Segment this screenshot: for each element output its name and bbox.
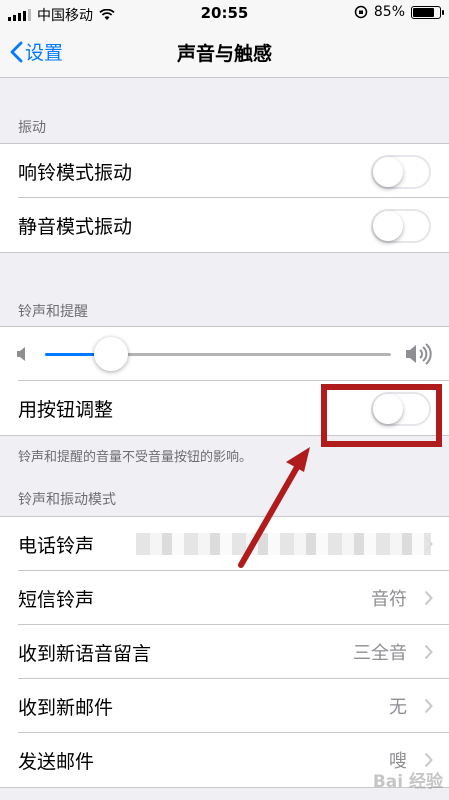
chevron-right-icon [424, 698, 433, 714]
battery-icon [411, 5, 444, 19]
status-bar: 中国移动 20:55 85% [0, 0, 449, 26]
section-header-vibration: 振动 [18, 120, 46, 136]
vibration-group: 响铃模式振动 静音模式振动 [0, 143, 449, 253]
annotation-highlight-box [321, 384, 442, 447]
chevron-right-icon [424, 752, 433, 768]
obscured-ringtone-value [136, 533, 431, 555]
section-header-patterns: 铃声和振动模式 [18, 492, 116, 508]
new-voicemail-label: 收到新语音留言 [18, 642, 152, 665]
battery-percent: 85% [373, 4, 405, 20]
text-tone-value: 音符 [371, 589, 407, 610]
navigation-bar: 设置 声音与触感 [0, 26, 449, 78]
toggle-knob [373, 157, 403, 187]
status-right: 85% [354, 4, 444, 20]
ring-vibrate-toggle[interactable] [371, 155, 431, 189]
new-voicemail-row[interactable]: 收到新语音留言 三全音 [0, 625, 449, 679]
silent-vibrate-toggle[interactable] [371, 209, 431, 243]
ringtone-label: 电话铃声 [18, 534, 95, 557]
volume-row [0, 327, 449, 381]
sent-mail-label: 发送邮件 [18, 750, 95, 773]
volume-slider-thumb[interactable] [93, 337, 128, 371]
speaker-high-icon [406, 343, 432, 365]
volume-slider[interactable] [45, 337, 391, 371]
orientation-lock-icon [354, 5, 368, 19]
change-with-buttons-label: 用按钮调整 [18, 398, 114, 421]
toggle-knob [373, 211, 403, 241]
ring-vibrate-row: 响铃模式振动 [0, 144, 449, 198]
new-mail-value: 无 [389, 697, 407, 718]
new-voicemail-value: 三全音 [353, 643, 407, 664]
speaker-low-icon [17, 347, 25, 361]
new-mail-label: 收到新邮件 [18, 696, 114, 719]
silent-vibrate-label: 静音模式振动 [18, 215, 133, 238]
text-tone-label: 短信铃声 [18, 588, 95, 611]
chevron-right-icon [424, 590, 433, 606]
ring-vibrate-label: 响铃模式振动 [18, 161, 133, 184]
patterns-group: 电话铃声 短信铃声 音符 收到新语音留言 三全音 收到新邮件 无 发送邮件 嗖 [0, 516, 449, 788]
silent-vibrate-row: 静音模式振动 [0, 198, 449, 252]
section-header-ringer: 铃声和提醒 [18, 304, 88, 320]
ringer-footer-note: 铃声和提醒的音量不受音量按钮的影响。 [18, 450, 253, 465]
new-mail-row[interactable]: 收到新邮件 无 [0, 679, 449, 733]
text-tone-row[interactable]: 短信铃声 音符 [0, 571, 449, 625]
watermark: Bai 经验 [372, 772, 443, 792]
chevron-right-icon [424, 644, 433, 660]
page-title: 声音与触感 [176, 43, 272, 65]
